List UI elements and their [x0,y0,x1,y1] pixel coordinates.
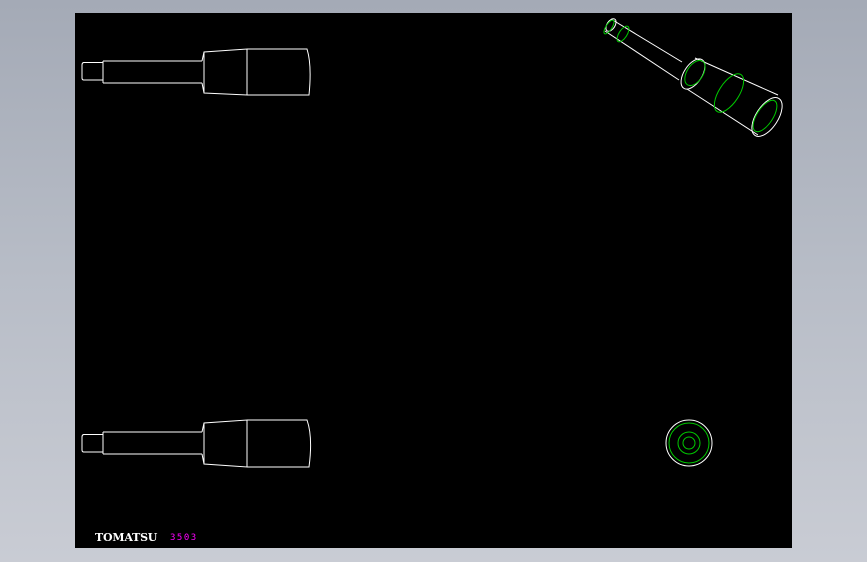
front-view [81,48,311,96]
bottom-view [81,419,312,468]
iso-end-face [751,97,783,137]
brand-label: TOMATSU [95,531,158,544]
shaft-tip-outline [81,434,104,453]
shaft-body-outline [102,60,202,84]
part-number-label: 3503 [170,533,198,543]
grip-outline [247,419,312,468]
iso-taper-ring [680,58,706,90]
end-ring-1 [668,422,710,464]
iso-handle-upper [694,57,779,96]
isometric-view [603,18,783,137]
iso-shaft-tip [605,18,617,32]
handle-taper-outline [201,48,248,96]
shaft-body-outline [102,431,202,455]
grip-outline [247,48,311,96]
iso-taper-inner [684,59,706,87]
end-outer-circle [665,419,713,467]
cad-drawing: TOMATSU 3503 [81,18,783,544]
cad-viewport[interactable]: TOMATSU 3503 [75,13,792,548]
end-ring-3 [682,436,696,450]
end-ring-2 [677,431,701,455]
shaft-tip-outline [81,62,104,81]
handle-taper-outline [201,419,248,468]
iso-shaft-ring [616,25,630,43]
iso-grip-seam [713,73,745,113]
end-view [665,419,713,467]
